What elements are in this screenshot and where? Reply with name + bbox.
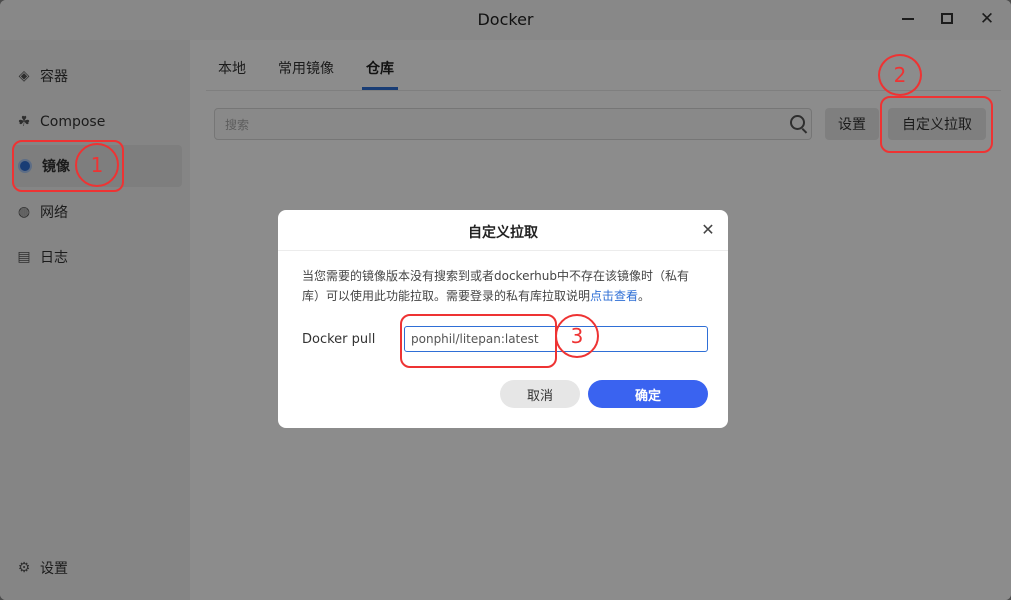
dialog-description: 当您需要的镜像版本没有搜索到或者dockerhub中不存在该镜像时（私有库）可以… (302, 266, 702, 306)
close-icon[interactable]: ✕ (698, 220, 718, 240)
description-tail: 。 (638, 289, 651, 303)
confirm-button[interactable]: 确定 (588, 380, 708, 408)
dialog-title: 自定义拉取 (468, 225, 538, 241)
help-link[interactable]: 点击查看 (590, 289, 638, 303)
cancel-button[interactable]: 取消 (500, 380, 580, 408)
docker-pull-label: Docker pull (302, 332, 376, 347)
dialog-header: 自定义拉取 ✕ (278, 210, 728, 251)
custom-pull-dialog: 自定义拉取 ✕ 当您需要的镜像版本没有搜索到或者dockerhub中不存在该镜像… (278, 210, 728, 428)
docker-pull-input[interactable] (404, 326, 708, 352)
